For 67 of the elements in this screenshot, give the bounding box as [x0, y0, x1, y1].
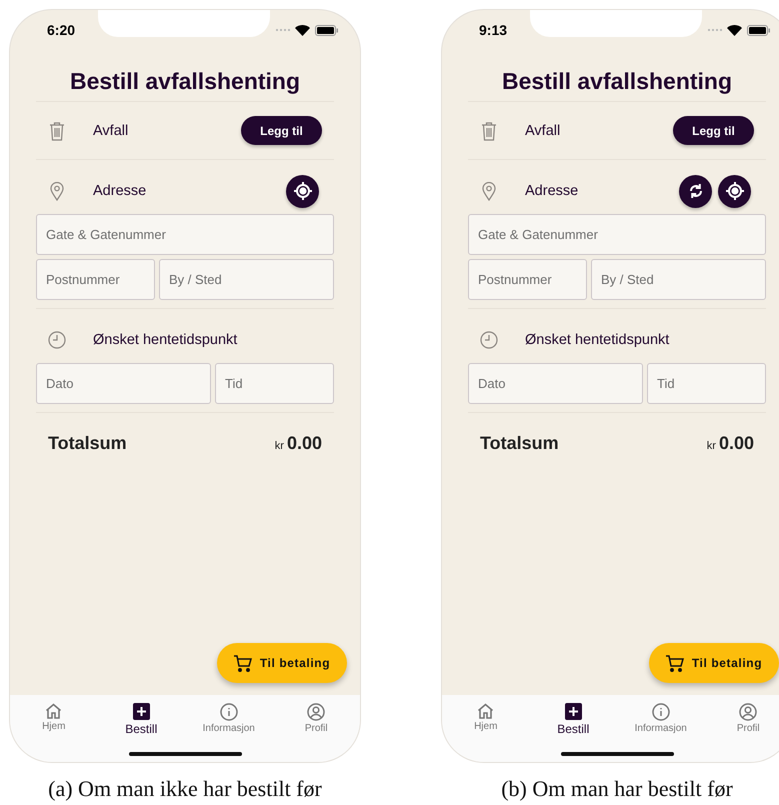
nav-tab[interactable]: Bestill [557, 703, 590, 736]
trash-icon [481, 120, 497, 140]
home-icon [477, 703, 494, 719]
total-label: Totalsum [480, 432, 559, 454]
plus-square-icon [564, 703, 582, 720]
input-field[interactable]: Tid [647, 363, 766, 404]
trash-icon [49, 120, 65, 140]
status-time: 6:20 [47, 22, 76, 38]
input-field[interactable]: Gate & Gatenummer [468, 214, 766, 255]
cart-icon [666, 654, 684, 672]
total-label: Totalsum [48, 432, 127, 454]
input-field[interactable]: Tid [215, 363, 334, 404]
nav-tab[interactable]: Informasjon [202, 703, 255, 734]
page-title: Bestill avfallshenting [468, 50, 766, 102]
nav-tab[interactable]: Profil [304, 703, 328, 734]
info-icon [652, 703, 670, 721]
location-pin-icon [482, 182, 496, 200]
figure-caption: (a) Om man ikke har bestilt før [47, 776, 323, 802]
input-field[interactable]: Postnummer [468, 259, 587, 300]
locate-button[interactable] [718, 174, 751, 208]
plus-square-icon [132, 703, 150, 720]
section-label: Adresse [525, 183, 578, 199]
crosshair-icon [724, 181, 744, 201]
battery-icon [315, 24, 338, 36]
input-field[interactable]: Postnummer [36, 259, 155, 300]
section-label: Adresse [93, 183, 146, 199]
user-icon [307, 703, 326, 721]
nav-tab[interactable]: Bestill [125, 703, 158, 736]
section-label: Ønsket hentetidspunkt [525, 332, 670, 348]
crosshair-icon [292, 181, 312, 201]
locate-button[interactable] [286, 174, 319, 208]
input-field[interactable]: Dato [468, 363, 643, 404]
clock-icon [48, 331, 66, 349]
wifi-icon [295, 24, 310, 36]
nav-tab[interactable]: Hjem [42, 703, 66, 732]
refresh-button[interactable] [679, 174, 712, 208]
section-label: Ønsket hentetidspunkt [93, 332, 238, 348]
nav-tab[interactable]: Informasjon [634, 703, 687, 734]
checkout-button[interactable]: Til betaling [649, 643, 779, 683]
page-title: Bestill avfallshenting [36, 50, 334, 102]
info-icon [220, 703, 238, 721]
status-time: 9:13 [479, 22, 508, 38]
total-amount: 0.00 [718, 432, 754, 454]
nav-tab[interactable]: Profil [736, 703, 760, 734]
nav-tab[interactable]: Hjem [474, 703, 498, 732]
wifi-icon [727, 24, 742, 36]
input-field[interactable]: Dato [36, 363, 211, 404]
input-field[interactable]: By / Sted [591, 259, 766, 300]
user-icon [739, 703, 758, 721]
add-button[interactable]: Legg til [241, 116, 322, 145]
checkout-button[interactable]: Til betaling [217, 643, 347, 683]
input-field[interactable]: By / Sted [159, 259, 334, 300]
input-field[interactable]: Gate & Gatenummer [36, 214, 334, 255]
signal-icon [276, 28, 290, 32]
battery-icon [747, 24, 770, 36]
section-label: Avfall [93, 122, 128, 138]
currency-label: kr [706, 440, 716, 452]
add-button[interactable]: Legg til [673, 116, 754, 145]
section-label: Avfall [525, 122, 560, 138]
signal-icon [708, 28, 722, 32]
figure-caption: (b) Om man har bestilt før [500, 776, 734, 802]
home-icon [45, 703, 62, 719]
currency-label: kr [274, 440, 284, 452]
clock-icon [480, 331, 498, 349]
cart-icon [234, 654, 252, 672]
location-pin-icon [50, 182, 64, 200]
total-amount: 0.00 [286, 432, 322, 454]
